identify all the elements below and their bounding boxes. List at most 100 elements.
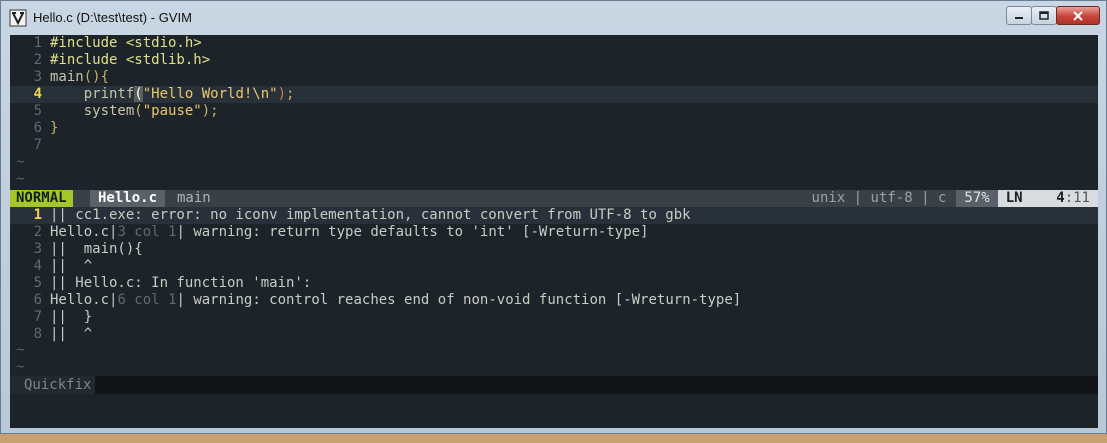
minimize-button[interactable]: [1006, 6, 1032, 25]
close-button[interactable]: [1056, 6, 1100, 25]
status-position: LN 4:11: [997, 190, 1098, 207]
line-number: 4: [33, 258, 42, 274]
code-text: system("pause");: [42, 103, 219, 119]
quickfix-token: || Hello.c: In function 'main':: [50, 275, 312, 291]
status-right: unix | utf-8 | c 57% LN 4:11: [812, 190, 1098, 207]
quickfix-text: || cc1.exe: error: no iconv implementati…: [42, 207, 691, 223]
maximize-icon: [1039, 11, 1049, 20]
empty-line-tilde: ~: [16, 171, 25, 187]
quickfix-token: || main(){: [50, 241, 143, 257]
code-line[interactable]: 1 #include <stdio.h>: [10, 35, 1098, 52]
empty-line-tilde: ~: [16, 342, 25, 358]
quickfix-line[interactable]: 8 || ^: [10, 326, 1098, 343]
quickfix-text: || Hello.c: In function 'main':: [42, 275, 311, 291]
status-file-info: unix | utf-8 | c: [811, 190, 947, 206]
line-number: 3: [33, 241, 42, 257]
title-bar[interactable]: Hello.c (D:\test\test) - GVIM: [1, 1, 1106, 35]
status-ln-label: LN: [1005, 190, 1023, 206]
code-token: #include <stdlib.h>: [50, 52, 211, 68]
status-percent: 57%: [956, 190, 998, 207]
line-number: 1: [33, 207, 42, 223]
status-function: main: [177, 190, 211, 206]
line-number: 7: [33, 309, 42, 325]
code-token: main: [50, 69, 84, 85]
quickfix-line[interactable]: 7 || }: [10, 309, 1098, 326]
code-line[interactable]: 2 #include <stdlib.h>: [10, 52, 1098, 69]
maximize-button[interactable]: [1031, 6, 1057, 25]
gvim-app-icon[interactable]: [9, 9, 27, 27]
window-controls: [1006, 6, 1100, 25]
quickfix-line[interactable]: 4 || ^: [10, 258, 1098, 275]
code-text: #include <stdio.h>: [42, 35, 202, 51]
quickfix-label: Quickfix: [10, 376, 96, 394]
quickfix-token: || ^: [50, 258, 93, 274]
quickfix-token: || cc1.exe: error: no iconv implementati…: [50, 207, 691, 223]
quickfix-token: Hello.c: [50, 292, 110, 308]
quickfix-token: | warning: control reaches end of non-vo…: [176, 292, 742, 308]
command-line[interactable]: [10, 394, 1098, 428]
line-number: 5: [33, 275, 42, 291]
code-line[interactable]: 5 system("pause");: [10, 103, 1098, 120]
minimize-icon: [1015, 16, 1023, 19]
code-text: main(){: [42, 69, 109, 85]
quickfix-token: || }: [50, 309, 93, 325]
status-column: :11: [1064, 190, 1090, 206]
line-number: 6: [33, 120, 42, 136]
quickfix-line[interactable]: 3 || main(){: [10, 241, 1098, 258]
code-line[interactable]: 7: [10, 137, 1098, 154]
quickfix-line[interactable]: 2 Hello.c|3 col 1| warning: return type d…: [10, 224, 1098, 241]
code-text: printf("Hello World!\n");: [42, 86, 294, 102]
line-number: 6: [33, 292, 42, 308]
code-token: #include <stdio.h>: [50, 35, 202, 51]
code-token: "pause": [142, 103, 202, 119]
empty-line-tilde: ~: [16, 154, 25, 170]
quickfix-line[interactable]: 5 || Hello.c: In function 'main':: [10, 275, 1098, 292]
quickfix-text: || ^: [42, 326, 92, 342]
status-line-number: 4: [1056, 190, 1065, 206]
code-token: (: [134, 103, 143, 119]
quickfix-line[interactable]: 6 Hello.c|6 col 1| warning: control reach…: [10, 292, 1098, 309]
code-token: printf: [50, 86, 135, 102]
quickfix-token: 3 col 1: [117, 224, 177, 240]
code-line[interactable]: 6}: [10, 120, 1098, 137]
empty-line-tilde: ~: [16, 359, 25, 375]
line-number: 5: [33, 103, 42, 119]
status-filename: Hello.c: [90, 190, 166, 207]
mode-indicator: NORMAL: [10, 190, 73, 207]
quickfix-text: || ^: [42, 258, 92, 274]
code-token: (){: [83, 69, 110, 85]
code-line[interactable]: 4 printf("Hello World!\n");: [10, 86, 1098, 103]
editor-area[interactable]: 1 #include <stdio.h> 2 #include <stdlib.h> 3…: [10, 35, 1098, 428]
quickfix-text: Hello.c|3 col 1| warning: return type de…: [42, 224, 648, 240]
code-token: system: [50, 103, 135, 119]
quickfix-token: 6 col 1: [117, 292, 177, 308]
line-number: 2: [33, 52, 42, 68]
code-token: ): [277, 86, 287, 102]
code-token: ;: [286, 86, 295, 102]
status-line: NORMAL Hello.c main unix | utf-8 | c 57%…: [10, 190, 1098, 207]
line-number: 1: [33, 35, 42, 51]
code-line[interactable]: 3 main(){: [10, 69, 1098, 86]
quickfix-text: || main(){: [42, 241, 143, 257]
code-token: );: [201, 103, 219, 119]
code-text: #include <stdlib.h>: [42, 52, 210, 68]
line-number: 3: [33, 69, 42, 85]
code-token: }: [50, 120, 59, 136]
code-text: }: [42, 120, 58, 136]
quickfix-token: || ^: [50, 326, 93, 342]
line-number: 7: [33, 137, 42, 153]
text-cursor: (: [134, 86, 143, 102]
line-number: 4: [33, 86, 42, 102]
quickfix-token: Hello.c: [50, 224, 110, 240]
code-token: "Hello World!\n": [142, 86, 278, 102]
quickfix-status-line: Quickfix: [10, 376, 1098, 394]
quickfix-text: Hello.c|6 col 1| warning: control reache…: [42, 292, 741, 308]
quickfix-token: | warning: return type defaults to 'int'…: [176, 224, 649, 240]
quickfix-text: || }: [42, 309, 92, 325]
line-number: 2: [33, 224, 42, 240]
window-title: Hello.c (D:\test\test) - GVIM: [33, 10, 192, 25]
close-icon: [1073, 10, 1083, 21]
quickfix-line[interactable]: 1 || cc1.exe: error: no iconv implementat…: [10, 207, 1098, 224]
line-number: 8: [33, 326, 42, 342]
